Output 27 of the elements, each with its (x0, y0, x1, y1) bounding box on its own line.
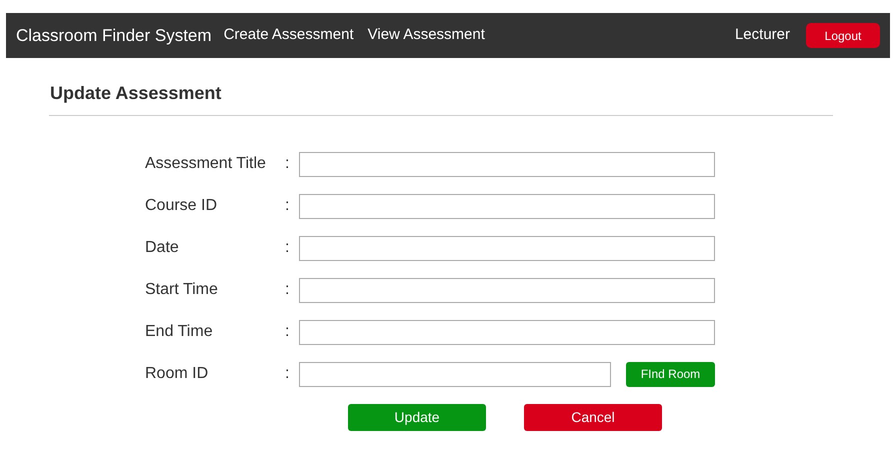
field-separator: : (285, 280, 290, 300)
field-separator: : (285, 322, 290, 342)
find-room-button[interactable]: FInd Room (626, 362, 715, 386)
field-separator: : (285, 196, 290, 216)
text-field[interactable] (299, 236, 715, 260)
brand-title[interactable]: Classroom Finder System (16, 22, 212, 48)
text-field[interactable] (299, 194, 715, 218)
page-title: Update Assessment (50, 82, 222, 105)
text-field[interactable] (299, 278, 715, 302)
field-label: End Time (145, 322, 214, 342)
field-label: Date (145, 238, 180, 258)
text-field[interactable] (299, 152, 715, 176)
user-role: Lecturer (734, 25, 790, 46)
logout-button[interactable]: Logout (806, 23, 880, 48)
field-label: Start Time (145, 280, 219, 300)
nav-link[interactable]: View Assessment (368, 24, 485, 47)
text-field[interactable] (299, 320, 715, 344)
field-separator: : (285, 238, 290, 258)
cancel-button[interactable]: Cancel (524, 404, 662, 431)
text-field[interactable] (299, 362, 611, 386)
field-separator: : (285, 154, 290, 174)
field-label: Room ID (145, 364, 210, 384)
field-label: Course ID (145, 196, 218, 216)
nav-link[interactable]: Create Assessment (224, 24, 354, 47)
field-label: Assessment Title (145, 154, 267, 174)
field-separator: : (285, 364, 290, 384)
update-button[interactable]: Update (348, 404, 486, 431)
